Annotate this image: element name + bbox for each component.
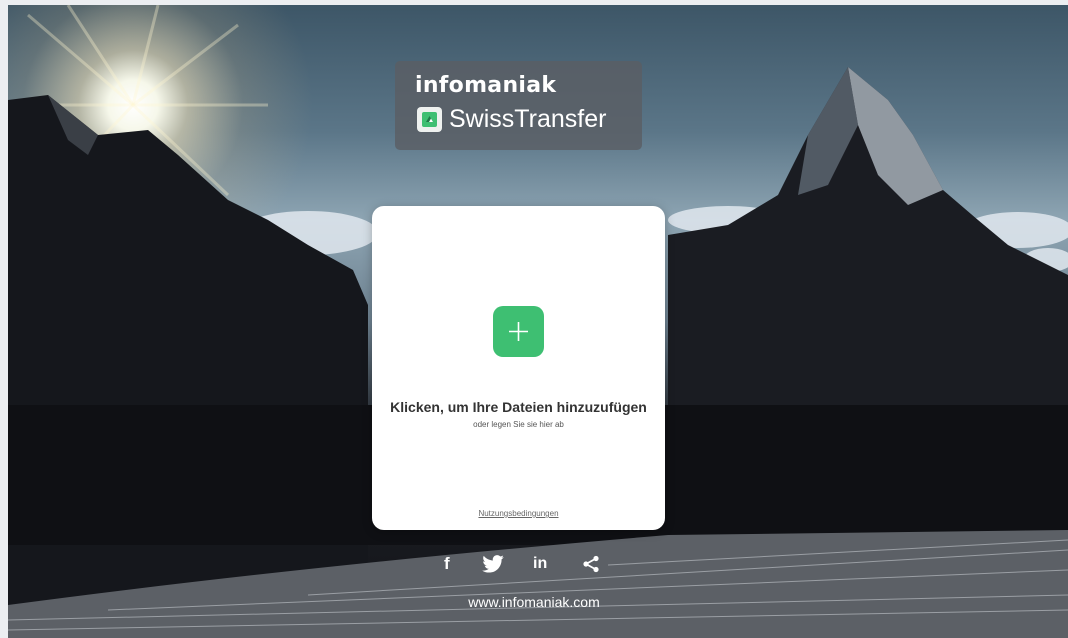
add-files-button[interactable] — [493, 306, 544, 357]
upload-subtitle: oder legen Sie sie hier ab — [473, 420, 564, 429]
terms-of-use-link[interactable]: Nutzungsbedingungen — [372, 509, 665, 518]
linkedin-icon[interactable]: in — [533, 552, 547, 576]
swisstransfer-logo-icon — [417, 106, 442, 132]
infomaniak-website-link[interactable]: www.infomaniak.com — [0, 594, 1068, 610]
social-links: f in — [444, 552, 604, 576]
facebook-icon[interactable]: f — [444, 552, 450, 576]
upload-title: Klicken, um Ihre Dateien hinzuzufügen — [390, 399, 647, 415]
twitter-icon[interactable] — [482, 552, 504, 576]
product-logo-row: SwissTransfer — [417, 104, 606, 134]
brand-name: infomaniak — [415, 73, 557, 98]
brand-logo: infomaniak SwissTransfer — [395, 61, 642, 150]
product-name: SwissTransfer — [449, 104, 607, 133]
plus-icon — [509, 322, 528, 341]
share-icon[interactable] — [582, 552, 600, 576]
upload-dropzone[interactable]: Klicken, um Ihre Dateien hinzuzufügen od… — [372, 206, 665, 530]
